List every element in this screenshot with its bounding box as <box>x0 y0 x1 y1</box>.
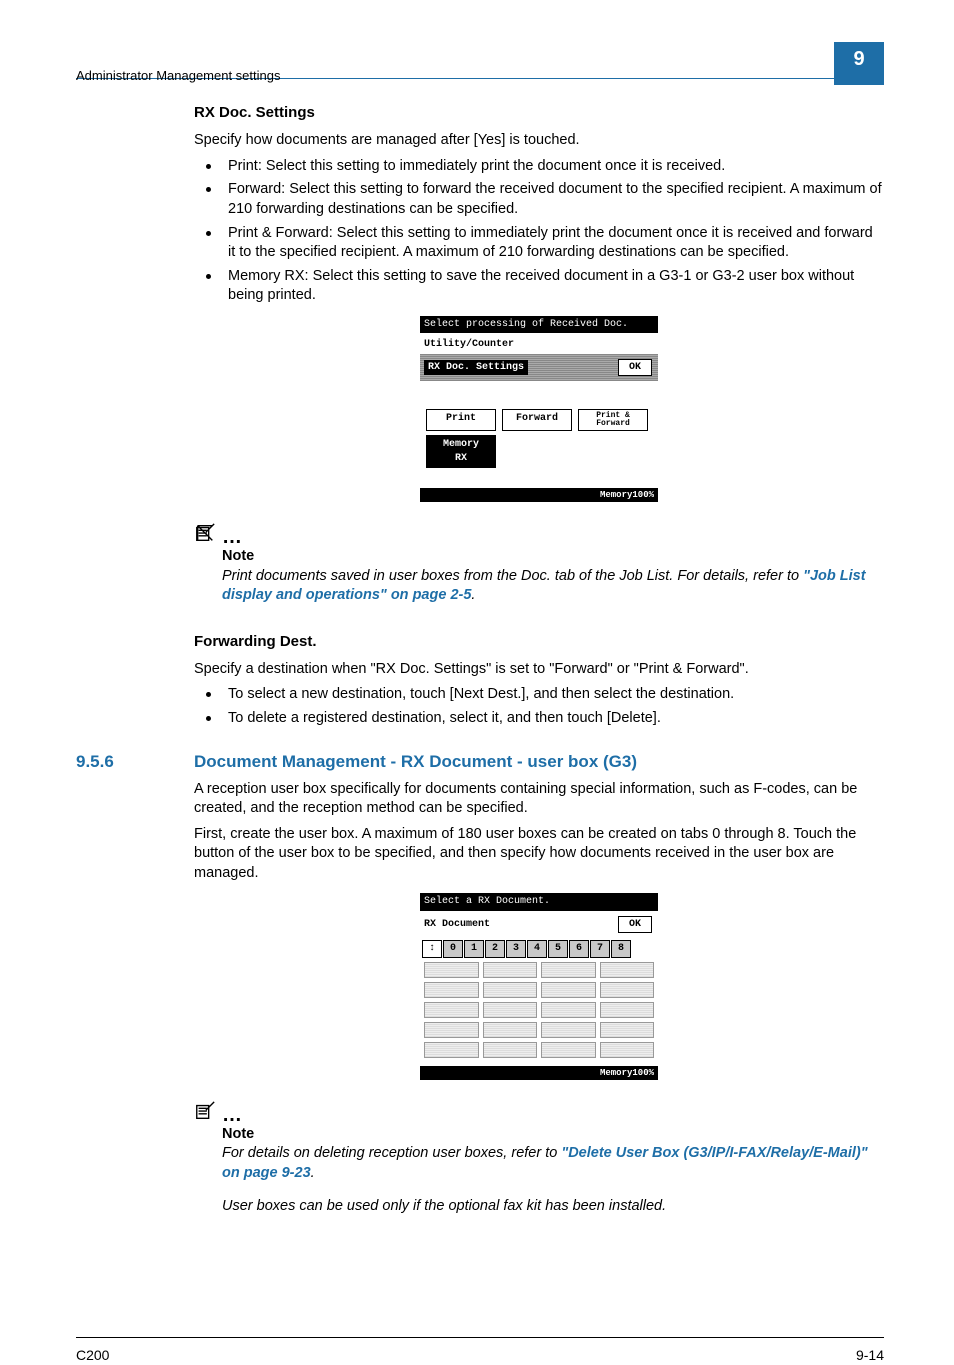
lcd2-memory-status: Memory100% <box>420 1066 658 1080</box>
section-p1: A reception user box specifically for do… <box>194 780 884 819</box>
section-number: 9.5.6 <box>76 751 194 774</box>
rx-doc-bullet: Print & Forward: Select this setting to … <box>194 224 884 263</box>
user-box-slot[interactable] <box>541 1022 596 1038</box>
user-box-slot[interactable] <box>541 1042 596 1058</box>
lcd-prompt: Select processing of Received Doc. <box>420 316 658 334</box>
user-box-slot[interactable] <box>600 982 655 998</box>
lcd2-title: RX Document <box>424 918 490 932</box>
tab-6[interactable]: 6 <box>569 940 589 958</box>
user-box-slot[interactable] <box>483 1022 538 1038</box>
note-dots: … <box>222 526 242 548</box>
rx-doc-settings-heading: RX Doc. Settings <box>194 103 884 123</box>
note-body: For details on deleting reception user b… <box>222 1144 884 1183</box>
user-box-slot[interactable] <box>541 962 596 978</box>
user-box-slot[interactable] <box>600 1002 655 1018</box>
tab-4[interactable]: 4 <box>527 940 547 958</box>
rx-doc-bullet: Memory RX: Select this setting to save t… <box>194 267 884 306</box>
tab-0[interactable]: 0 <box>443 940 463 958</box>
forwarding-dest-heading: Forwarding Dest. <box>194 632 884 652</box>
note-body-2: User boxes can be used only if the optio… <box>222 1197 884 1217</box>
rx-document-figure: Select a RX Document. RX Document OK ↕ 0… <box>420 893 658 1080</box>
user-box-slot[interactable] <box>424 982 479 998</box>
rx-doc-intro: Specify how documents are managed after … <box>194 131 884 151</box>
rx-doc-bullet: Print: Select this setting to immediatel… <box>194 157 884 177</box>
user-box-slot[interactable] <box>483 1042 538 1058</box>
user-box-slot[interactable] <box>600 962 655 978</box>
user-box-slot[interactable] <box>424 962 479 978</box>
user-box-slot[interactable] <box>424 1042 479 1058</box>
note-icon <box>194 532 220 548</box>
tab-5[interactable]: 5 <box>548 940 568 958</box>
tab-scroll[interactable]: ↕ <box>422 940 442 958</box>
tab-3[interactable]: 3 <box>506 940 526 958</box>
tab-1[interactable]: 1 <box>464 940 484 958</box>
section-title: Document Management - RX Document - user… <box>194 751 884 774</box>
print-forward-button[interactable]: Print & Forward <box>578 409 648 431</box>
note-label: Note <box>222 1125 884 1145</box>
user-box-slot[interactable] <box>541 982 596 998</box>
lcd-title: RX Doc. Settings <box>424 360 528 376</box>
user-box-slot[interactable] <box>541 1002 596 1018</box>
user-box-slot[interactable] <box>483 982 538 998</box>
section-p2: First, create the user box. A maximum of… <box>194 825 884 884</box>
memory-rx-button[interactable]: Memory RX <box>426 435 496 468</box>
tab-7[interactable]: 7 <box>590 940 610 958</box>
user-box-slot[interactable] <box>483 962 538 978</box>
fwd-bullet: To select a new destination, touch [Next… <box>194 685 884 705</box>
tab-2[interactable]: 2 <box>485 940 505 958</box>
tab-8[interactable]: 8 <box>611 940 631 958</box>
rx-doc-bullet: Forward: Select this setting to forward … <box>194 180 884 219</box>
footer-right: 9-14 <box>856 1346 884 1365</box>
chapter-number: 9 <box>834 42 884 85</box>
lcd-memory-status: Memory100% <box>420 488 658 502</box>
user-box-slot[interactable] <box>424 1002 479 1018</box>
lcd-breadcrumb: Utility/Counter <box>420 333 658 354</box>
forward-button[interactable]: Forward <box>502 409 572 431</box>
lcd2-prompt: Select a RX Document. <box>420 893 658 911</box>
footer-left: C200 <box>76 1346 109 1365</box>
lcd-title-bar: RX Doc. Settings OK <box>420 354 658 382</box>
ok-button[interactable]: OK <box>618 916 652 934</box>
lcd2-tabs: ↕ 0 1 2 3 4 5 6 7 8 <box>420 938 658 958</box>
user-box-slot[interactable] <box>600 1042 655 1058</box>
fwd-bullet: To delete a registered destination, sele… <box>194 709 884 729</box>
user-box-slot[interactable] <box>424 1022 479 1038</box>
note-label: Note <box>222 547 884 567</box>
header-left-text: Administrator Management settings <box>76 67 280 85</box>
note-body: Print documents saved in user boxes from… <box>222 567 884 606</box>
print-button[interactable]: Print <box>426 409 496 431</box>
note-dots: … <box>222 1104 242 1126</box>
user-box-slot[interactable] <box>483 1002 538 1018</box>
ok-button[interactable]: OK <box>618 359 652 377</box>
fwd-intro: Specify a destination when "RX Doc. Sett… <box>194 660 884 680</box>
user-box-slot[interactable] <box>600 1022 655 1038</box>
rx-doc-settings-figure: Select processing of Received Doc. Utili… <box>420 316 658 503</box>
note-icon <box>194 1110 220 1126</box>
